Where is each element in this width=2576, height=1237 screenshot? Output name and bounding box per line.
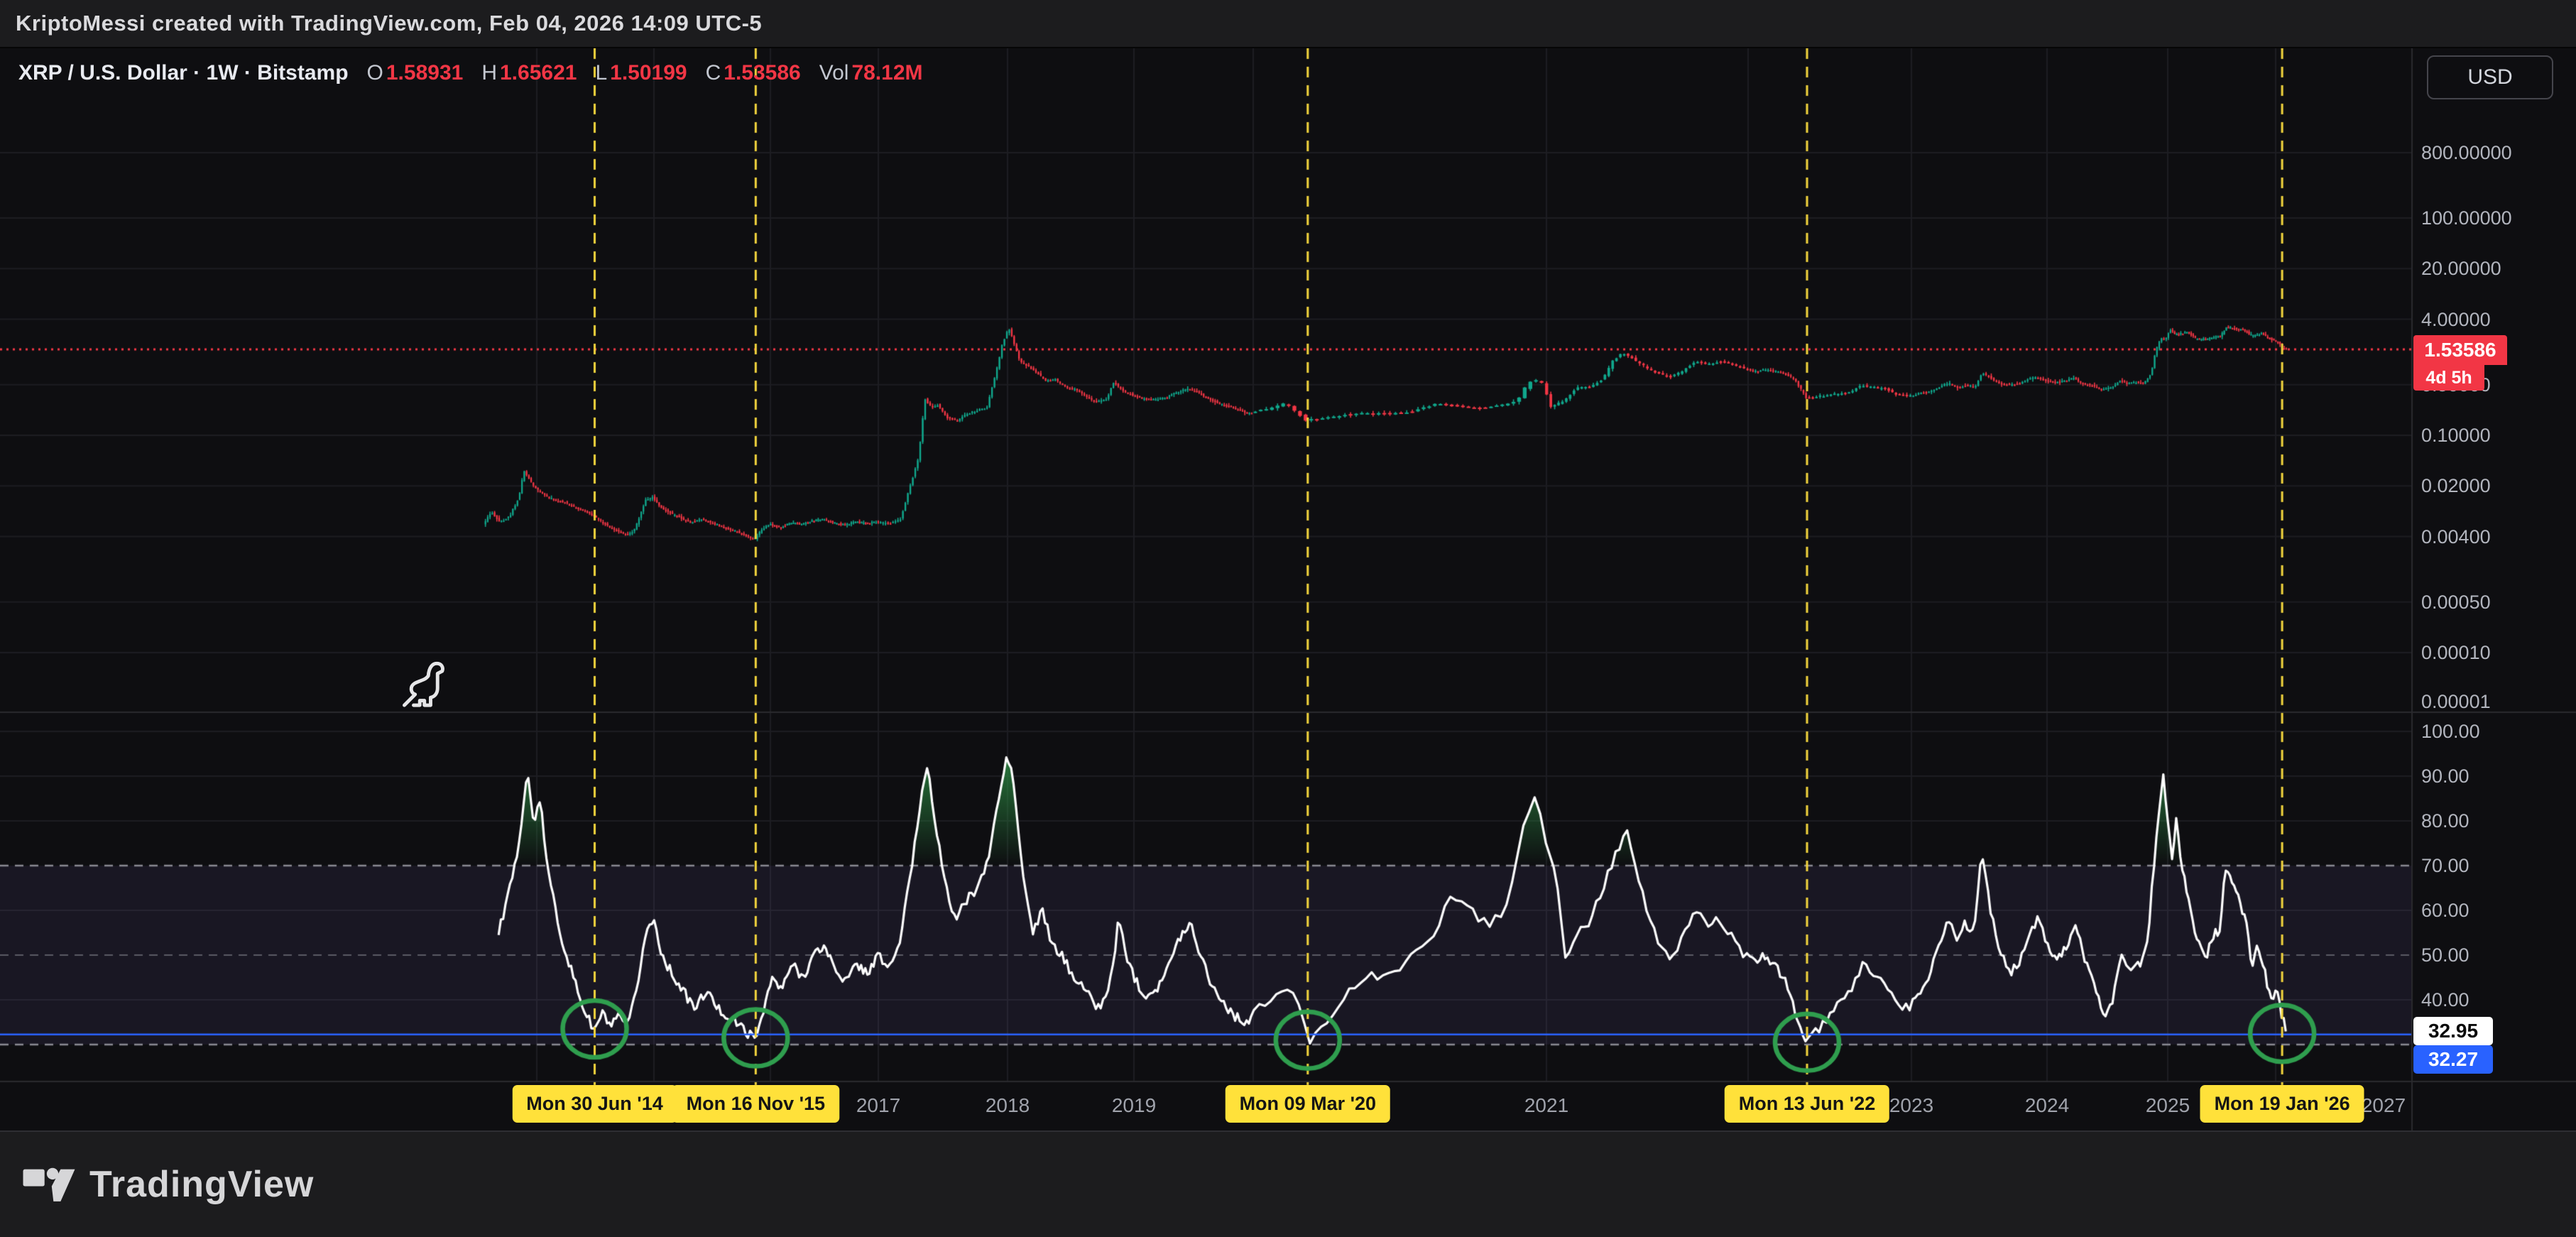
currency-usd-button[interactable]: USD <box>2427 55 2553 99</box>
rsi-tick-label: 40.00 <box>2421 988 2469 1011</box>
price-tick-label: 100.00000 <box>2421 207 2512 229</box>
price-tick-label: 800.00000 <box>2421 141 2512 164</box>
year-label: 2017 <box>856 1094 900 1117</box>
bar-countdown-badge: 4d 5h <box>2413 365 2484 391</box>
tradingview-logo-text: TradingView <box>89 1163 314 1206</box>
dino-outline <box>404 663 442 705</box>
attribution-text: KriptoMessi created with TradingView.com… <box>16 11 762 36</box>
price-tick-label: 0.00001 <box>2421 690 2491 713</box>
tradingview-logo-icon <box>21 1163 77 1206</box>
event-date-badge[interactable]: Mon 13 Jun '22 <box>1725 1085 1889 1123</box>
event-date-badge[interactable]: Mon 09 Mar '20 <box>1226 1085 1390 1123</box>
price-tick-label: 0.02000 <box>2421 474 2491 497</box>
rsi-tick-label: 60.00 <box>2421 899 2469 922</box>
price-tick-label: 0.00050 <box>2421 591 2491 614</box>
tradingview-logo[interactable]: TradingView <box>21 1163 314 1206</box>
rsi-tick-label: 90.00 <box>2421 765 2469 788</box>
footer-bar: TradingView <box>0 1130 2576 1237</box>
ohlc-open: O 1.58931 <box>367 61 464 85</box>
ohlc-low: L 1.50199 <box>595 61 687 85</box>
year-label: 2021 <box>1524 1094 1568 1117</box>
price-tick-label: 0.10000 <box>2421 424 2491 447</box>
event-date-badge[interactable]: Mon 16 Nov '15 <box>672 1085 839 1123</box>
price-tick-label: 4.00000 <box>2421 308 2491 331</box>
dino-sticker[interactable] <box>402 660 452 713</box>
rsi-current-value-badge: 32.95 <box>2413 1017 2493 1045</box>
year-label: 2027 <box>2362 1094 2406 1117</box>
ohlc-high: H 1.65621 <box>481 61 577 85</box>
rsi-tick-label: 70.00 <box>2421 854 2469 877</box>
symbol-legend[interactable]: XRP / U.S. Dollar · 1W · Bitstamp O 1.58… <box>18 61 923 85</box>
ohlc-close: C 1.53586 <box>706 61 801 85</box>
year-label: 2023 <box>1889 1094 1933 1117</box>
last-price-badge: 1.53586 <box>2413 335 2507 365</box>
time-scale[interactable]: 2014201520162017201820192020202120222023… <box>0 1081 2412 1130</box>
year-label: 2018 <box>986 1094 1030 1117</box>
year-label: 2019 <box>1112 1094 1156 1117</box>
volume-readout: Vol 78.12M <box>819 61 923 85</box>
attribution-bar: KriptoMessi created with TradingView.com… <box>0 0 2576 48</box>
event-date-badge[interactable]: Mon 19 Jan '26 <box>2200 1085 2364 1123</box>
symbol-title[interactable]: XRP / U.S. Dollar · 1W · Bitstamp <box>18 61 349 85</box>
rsi-tick-label: 50.00 <box>2421 944 2469 966</box>
rsi-blue-level-badge: 32.27 <box>2413 1045 2493 1074</box>
price-tick-label: 0.00400 <box>2421 525 2491 548</box>
rsi-tick-label: 80.00 <box>2421 810 2469 832</box>
tradingview-chart-window: KriptoMessi created with TradingView.com… <box>0 0 2576 1237</box>
chart-canvas[interactable] <box>0 0 2576 1237</box>
rsi-tick-label: 100.00 <box>2421 720 2480 743</box>
year-label: 2025 <box>2146 1094 2190 1117</box>
year-label: 2024 <box>2025 1094 2069 1117</box>
price-tick-label: 0.00010 <box>2421 641 2491 664</box>
price-tick-label: 20.00000 <box>2421 257 2501 280</box>
event-date-badge[interactable]: Mon 30 Jun '14 <box>512 1085 677 1123</box>
